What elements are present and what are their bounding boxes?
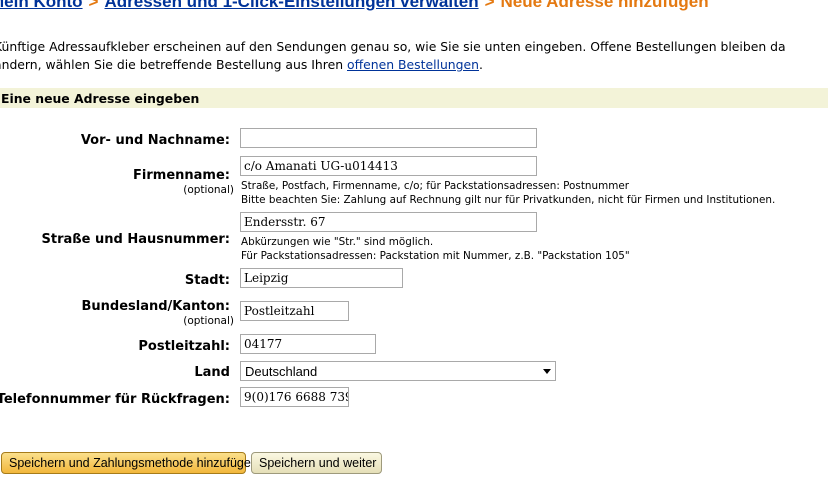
- save-and-add-payment-button[interactable]: Speichern und Zahlungsmethode hinzufügen: [1, 452, 258, 474]
- phone-input[interactable]: 9(0)176 6688 7392: [240, 387, 349, 407]
- intro-text: Künftige Adressaufkleber erscheinen auf …: [0, 38, 828, 74]
- country-label: Land: [194, 365, 230, 380]
- breadcrumb-current: Neue Adresse hinzufügen: [500, 0, 709, 11]
- name-label: Vor- und Nachname:: [80, 133, 230, 148]
- breadcrumb-link-adressen[interactable]: Adressen und 1-Click-Einstellungen verwa…: [104, 0, 478, 11]
- breadcrumb: Mein Konto > Adressen und 1-Click-Einstell…: [0, 0, 709, 12]
- breadcrumb-separator: >: [88, 0, 99, 11]
- intro-line-1: Künftige Adressaufkleber erscheinen auf …: [0, 39, 786, 54]
- city-input[interactable]: Leipzig: [240, 268, 403, 288]
- intro-line-2-suffix: .: [479, 57, 483, 72]
- intro-line-2: ändern, wählen Sie die betreffende Beste…: [0, 56, 828, 74]
- zip-label: Postleitzahl:: [138, 339, 230, 354]
- city-label: Stadt:: [184, 273, 230, 288]
- company-hint-1: Straße, Postfach, Firmenname, c/o; für P…: [241, 180, 629, 192]
- country-select-value: Deutschland: [245, 364, 318, 379]
- section-header: Eine neue Adresse eingeben: [0, 88, 828, 108]
- country-select[interactable]: Deutschland: [240, 361, 556, 381]
- open-orders-link[interactable]: offenen Bestellungen: [347, 57, 479, 72]
- breadcrumb-separator: >: [484, 0, 495, 11]
- street-label: Straße und Hausnummer:: [41, 232, 230, 247]
- zip-input[interactable]: 04177: [240, 334, 376, 354]
- chevron-down-icon: [543, 369, 551, 374]
- state-input[interactable]: Postleitzahl: [240, 301, 349, 321]
- company-input[interactable]: c/o Amanati UG-u014413: [240, 156, 537, 176]
- breadcrumb-link-mein-konto[interactable]: Mein Konto: [0, 0, 83, 11]
- street-hint-1: Abkürzungen wie "Str." sind möglich.: [241, 236, 434, 248]
- save-and-continue-button[interactable]: Speichern und weiter: [251, 452, 382, 474]
- company-optional-note: (optional): [183, 184, 234, 196]
- phone-label: Telefonnummer für Rückfragen:: [0, 392, 230, 407]
- street-hint-2: Für Packstationsadressen: Packstation mi…: [241, 250, 630, 262]
- state-optional-note: (optional): [183, 315, 234, 327]
- section-title: Eine neue Adresse eingeben: [1, 91, 200, 106]
- state-label: Bundesland/Kanton:: [81, 299, 230, 314]
- street-input[interactable]: Endersstr. 67: [240, 212, 537, 232]
- intro-line-2-prefix: ändern, wählen Sie die betreffende Beste…: [0, 57, 347, 72]
- company-hint-2: Bitte beachten Sie: Zahlung auf Rechnung…: [241, 194, 776, 206]
- name-input[interactable]: [240, 128, 537, 148]
- company-label: Firmenname:: [133, 168, 230, 183]
